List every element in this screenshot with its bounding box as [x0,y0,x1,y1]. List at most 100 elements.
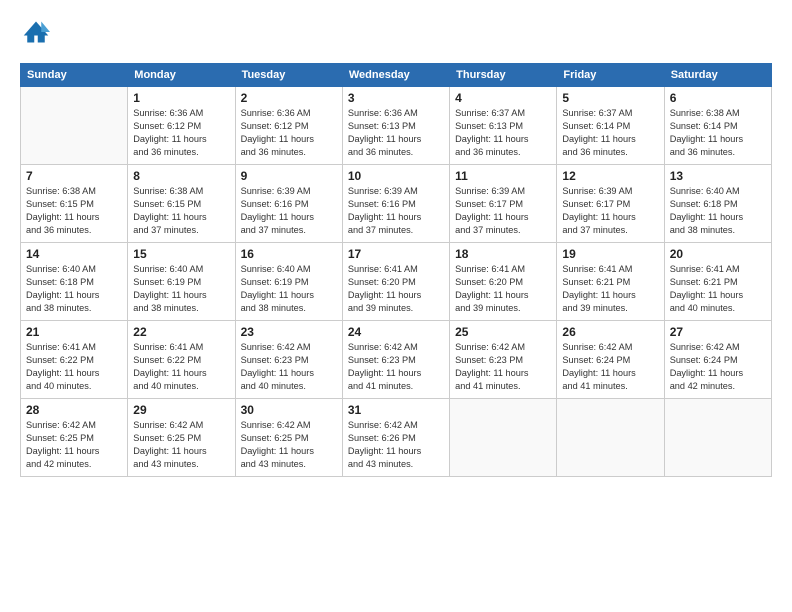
calendar-cell: 25 Sunrise: 6:42 AMSunset: 6:23 PMDayligh… [450,321,557,399]
calendar-table: SundayMondayTuesdayWednesdayThursdayFrid… [20,63,772,477]
calendar-cell: 30Sunrise: 6:42 AMSunset: 6:25 PMDayligh… [235,399,342,477]
calendar-cell: 1 Sunrise: 6:36 AMSunset: 6:12 PMDaylight… [128,87,235,165]
day-info: Sunrise: 6:38 AMSunset: 6:15 PMDaylight:… [26,185,122,237]
calendar-cell: 8 Sunrise: 6:38 AMSunset: 6:15 PMDaylight… [128,165,235,243]
calendar-header-row: SundayMondayTuesdayWednesdayThursdayFrid… [21,64,772,87]
day-info: Sunrise: 6:41 AMSunset: 6:20 PMDaylight:… [455,263,551,315]
day-number: 14 [26,247,122,261]
day-number: 2 [241,91,337,105]
day-info: Sunrise: 6:37 AMSunset: 6:13 PMDaylight:… [455,107,551,159]
day-header-thursday: Thursday [450,64,557,87]
calendar-cell: 9 Sunrise: 6:39 AMSunset: 6:16 PMDaylight… [235,165,342,243]
day-info: Sunrise: 6:38 AMSunset: 6:15 PMDaylight:… [133,185,229,237]
day-number: 15 [133,247,229,261]
calendar-cell: 6 Sunrise: 6:38 AMSunset: 6:14 PMDaylight… [664,87,771,165]
calendar-cell: 18 Sunrise: 6:41 AMSunset: 6:20 PMDayligh… [450,243,557,321]
day-info: Sunrise: 6:40 AMSunset: 6:18 PMDaylight:… [670,185,766,237]
calendar-week-row: 7 Sunrise: 6:38 AMSunset: 6:15 PMDaylight… [21,165,772,243]
calendar-cell: 12 Sunrise: 6:39 AMSunset: 6:17 PMDayligh… [557,165,664,243]
day-number: 8 [133,169,229,183]
day-number: 23 [241,325,337,339]
day-number: 12 [562,169,658,183]
calendar-week-row: 1 Sunrise: 6:36 AMSunset: 6:12 PMDaylight… [21,87,772,165]
day-number: 11 [455,169,551,183]
day-number: 24 [348,325,444,339]
day-header-wednesday: Wednesday [342,64,449,87]
day-number: 9 [241,169,337,183]
day-info: Sunrise: 6:41 AMSunset: 6:20 PMDaylight:… [348,263,444,315]
day-info: Sunrise: 6:39 AMSunset: 6:17 PMDaylight:… [455,185,551,237]
calendar-cell: 20 Sunrise: 6:41 AMSunset: 6:21 PMDayligh… [664,243,771,321]
day-number: 3 [348,91,444,105]
day-header-monday: Monday [128,64,235,87]
day-number: 6 [670,91,766,105]
logo-icon [22,18,50,46]
calendar-cell: 28 Sunrise: 6:42 AMSunset: 6:25 PMDayligh… [21,399,128,477]
day-info: Sunrise: 6:36 AMSunset: 6:12 PMDaylight:… [133,107,229,159]
day-number: 30 [241,403,337,417]
day-info: Sunrise: 6:36 AMSunset: 6:12 PMDaylight:… [241,107,337,159]
day-info: Sunrise: 6:39 AMSunset: 6:16 PMDaylight:… [241,185,337,237]
calendar-cell: 2 Sunrise: 6:36 AMSunset: 6:12 PMDaylight… [235,87,342,165]
calendar-cell: 24Sunrise: 6:42 AMSunset: 6:23 PMDayligh… [342,321,449,399]
day-number: 17 [348,247,444,261]
day-info: Sunrise: 6:38 AMSunset: 6:14 PMDaylight:… [670,107,766,159]
day-info: Sunrise: 6:40 AMSunset: 6:19 PMDaylight:… [241,263,337,315]
day-number: 7 [26,169,122,183]
day-number: 18 [455,247,551,261]
calendar-cell: 3 Sunrise: 6:36 AMSunset: 6:13 PMDaylight… [342,87,449,165]
calendar-cell: 11 Sunrise: 6:39 AMSunset: 6:17 PMDayligh… [450,165,557,243]
day-number: 16 [241,247,337,261]
calendar-cell: 15 Sunrise: 6:40 AMSunset: 6:19 PMDayligh… [128,243,235,321]
day-number: 31 [348,403,444,417]
day-number: 28 [26,403,122,417]
day-info: Sunrise: 6:42 AMSunset: 6:24 PMDaylight:… [670,341,766,393]
calendar-cell: 17 Sunrise: 6:41 AMSunset: 6:20 PMDayligh… [342,243,449,321]
day-number: 27 [670,325,766,339]
day-info: Sunrise: 6:36 AMSunset: 6:13 PMDaylight:… [348,107,444,159]
day-info: Sunrise: 6:41 AMSunset: 6:21 PMDaylight:… [670,263,766,315]
calendar-week-row: 28 Sunrise: 6:42 AMSunset: 6:25 PMDayligh… [21,399,772,477]
calendar-cell: 14 Sunrise: 6:40 AMSunset: 6:18 PMDayligh… [21,243,128,321]
day-info: Sunrise: 6:42 AMSunset: 6:25 PMDaylight:… [26,419,122,471]
day-number: 20 [670,247,766,261]
calendar-cell: 29Sunrise: 6:42 AMSunset: 6:25 PMDayligh… [128,399,235,477]
calendar-cell: 16 Sunrise: 6:40 AMSunset: 6:19 PMDayligh… [235,243,342,321]
day-number: 22 [133,325,229,339]
day-info: Sunrise: 6:40 AMSunset: 6:19 PMDaylight:… [133,263,229,315]
day-info: Sunrise: 6:42 AMSunset: 6:24 PMDaylight:… [562,341,658,393]
day-header-friday: Friday [557,64,664,87]
day-info: Sunrise: 6:41 AMSunset: 6:22 PMDaylight:… [26,341,122,393]
day-number: 13 [670,169,766,183]
calendar-cell: 21 Sunrise: 6:41 AMSunset: 6:22 PMDayligh… [21,321,128,399]
calendar-cell: 13 Sunrise: 6:40 AMSunset: 6:18 PMDayligh… [664,165,771,243]
calendar-cell [557,399,664,477]
day-info: Sunrise: 6:40 AMSunset: 6:18 PMDaylight:… [26,263,122,315]
calendar-cell: 26Sunrise: 6:42 AMSunset: 6:24 PMDayligh… [557,321,664,399]
day-info: Sunrise: 6:42 AMSunset: 6:23 PMDaylight:… [455,341,551,393]
day-header-saturday: Saturday [664,64,771,87]
day-header-sunday: Sunday [21,64,128,87]
logo [20,18,50,51]
day-number: 10 [348,169,444,183]
calendar-week-row: 21 Sunrise: 6:41 AMSunset: 6:22 PMDayligh… [21,321,772,399]
day-info: Sunrise: 6:42 AMSunset: 6:25 PMDaylight:… [133,419,229,471]
calendar-cell: 7 Sunrise: 6:38 AMSunset: 6:15 PMDaylight… [21,165,128,243]
calendar-cell: 5 Sunrise: 6:37 AMSunset: 6:14 PMDaylight… [557,87,664,165]
day-number: 25 [455,325,551,339]
calendar-cell [450,399,557,477]
day-info: Sunrise: 6:41 AMSunset: 6:22 PMDaylight:… [133,341,229,393]
day-info: Sunrise: 6:39 AMSunset: 6:16 PMDaylight:… [348,185,444,237]
calendar-cell: 10 Sunrise: 6:39 AMSunset: 6:16 PMDayligh… [342,165,449,243]
calendar-cell [21,87,128,165]
day-header-tuesday: Tuesday [235,64,342,87]
day-info: Sunrise: 6:37 AMSunset: 6:14 PMDaylight:… [562,107,658,159]
calendar-cell: 19Sunrise: 6:41 AMSunset: 6:21 PMDayligh… [557,243,664,321]
day-number: 21 [26,325,122,339]
calendar-cell: 22 Sunrise: 6:41 AMSunset: 6:22 PMDayligh… [128,321,235,399]
day-number: 5 [562,91,658,105]
day-number: 1 [133,91,229,105]
calendar-week-row: 14 Sunrise: 6:40 AMSunset: 6:18 PMDayligh… [21,243,772,321]
day-info: Sunrise: 6:39 AMSunset: 6:17 PMDaylight:… [562,185,658,237]
day-number: 19 [562,247,658,261]
